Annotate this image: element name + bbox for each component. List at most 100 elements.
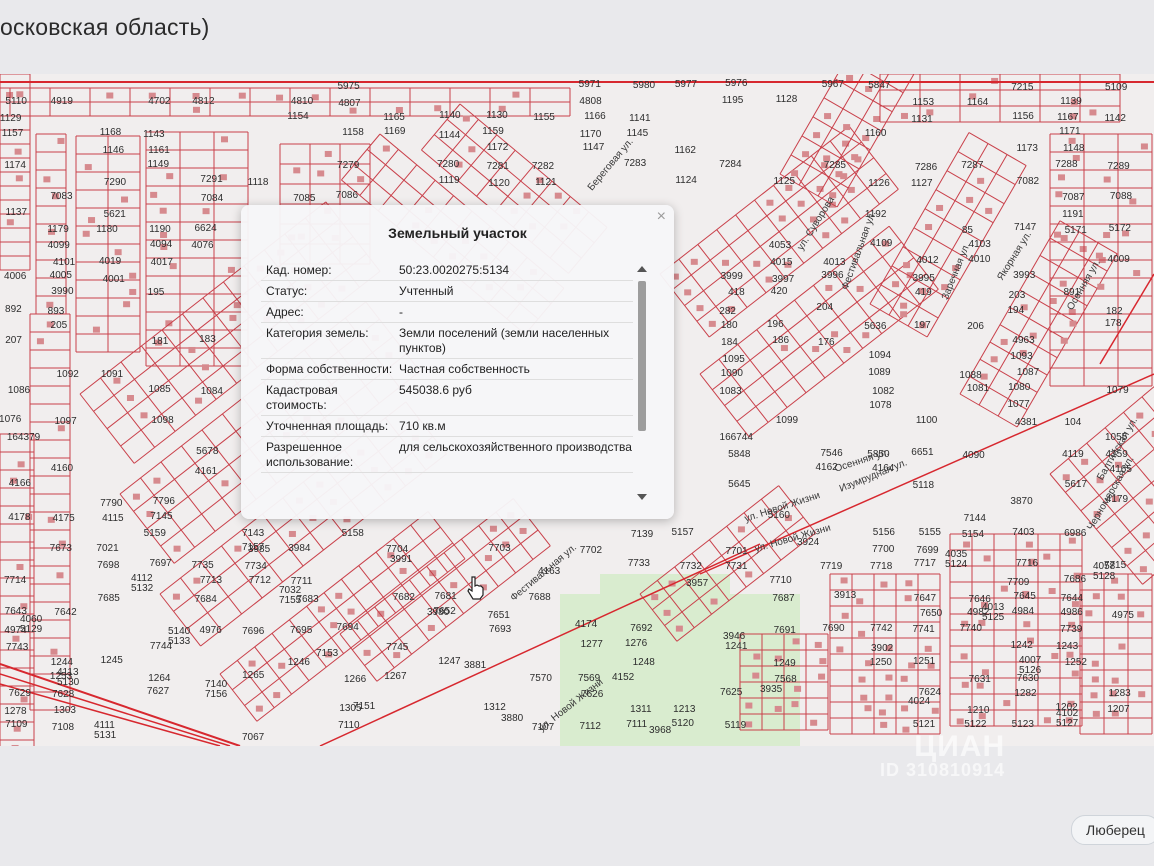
building: [836, 646, 844, 653]
parcel-number-label: 1277: [580, 638, 603, 650]
parcel-number-label: 4175: [52, 512, 75, 524]
popup-title: Земельный участок: [388, 225, 527, 241]
parcel-number-label: 205: [50, 320, 68, 332]
scroll-down-arrow-icon[interactable]: [637, 494, 647, 500]
parcel-number-label: 3913: [834, 590, 857, 601]
building: [936, 204, 944, 211]
parcel-number-label: 7686: [1063, 574, 1087, 586]
parcel-number-label: 176: [817, 336, 835, 348]
scroll-up-arrow-icon[interactable]: [637, 266, 647, 272]
parcel-number-label: 7088: [1109, 190, 1133, 202]
building: [1140, 143, 1148, 150]
building: [925, 224, 933, 231]
building: [1043, 717, 1051, 724]
building: [847, 186, 855, 193]
parcel-number-label: 7082: [1016, 176, 1040, 188]
building: [818, 673, 826, 680]
parcel-number-label: 1077: [1007, 398, 1030, 410]
page-title: осковская область): [0, 14, 210, 40]
building: [966, 196, 974, 203]
road: [0, 663, 241, 746]
parcel-number-label: 7690: [822, 622, 845, 634]
parcel-number-label: 7702: [579, 545, 603, 557]
attribute-value: для сельскохозяйственного производства: [399, 440, 632, 454]
parcel-number-label: 1154: [287, 110, 309, 122]
parcel-info-popup[interactable]: Земельный участок × Кад. номер: 50:23.002…: [241, 205, 674, 519]
building: [825, 284, 833, 291]
parcel-number-label: 3870: [1010, 496, 1033, 508]
location-tag-button[interactable]: Люберец: [1071, 815, 1154, 845]
parcel-number-label: 3902: [871, 643, 894, 654]
parcel-number-label: 7682: [392, 591, 415, 603]
parcel-number-label: 5123: [1011, 718, 1034, 730]
watermark-brand: ЦИАН: [914, 730, 1006, 763]
building: [56, 572, 64, 579]
parcel-number-label: 1179: [47, 224, 69, 236]
parcel-number-label: 3996: [821, 270, 844, 282]
building: [554, 192, 562, 199]
building: [737, 526, 745, 533]
parcel-number-label: 7651: [487, 609, 510, 621]
building: [766, 199, 774, 206]
parcel-number-label: 1092: [56, 369, 79, 381]
parcel-number-label: 1147: [582, 142, 605, 154]
parcel-number-label: 1100: [915, 415, 938, 427]
building: [880, 721, 888, 728]
building: [234, 545, 242, 552]
close-icon[interactable]: ×: [657, 209, 666, 225]
building: [1092, 593, 1100, 600]
scroll-thumb[interactable]: [638, 281, 646, 431]
building: [276, 94, 284, 101]
parcel-number-label: 3968: [649, 725, 672, 736]
parcel-number-label: 1283: [1108, 688, 1131, 700]
parcel-number-label: 1155: [533, 112, 555, 124]
building: [43, 176, 51, 183]
cian-watermark: ЦИАН ID 310810914: [880, 730, 1005, 781]
building: [814, 641, 822, 648]
hand-cursor-icon: [467, 576, 484, 600]
parcel-number-label: 3997: [772, 273, 795, 285]
building: [317, 606, 325, 613]
popup-scrollbar[interactable]: [636, 263, 648, 503]
parcel-number-label: 7627: [146, 686, 170, 698]
parcel-number-label: 1128: [775, 94, 798, 106]
parcel-number-label: 7111: [626, 719, 648, 731]
building: [690, 258, 698, 265]
parcel-number-label: 893: [47, 305, 65, 317]
building: [1049, 297, 1057, 304]
parcel-number-label: 1148: [1062, 142, 1085, 154]
parcel-number-label: 7280: [436, 159, 460, 171]
parcel-number-label: 5158: [341, 527, 364, 539]
parcel-number-label: 1213: [673, 704, 696, 716]
parcel-number-label: 5171: [1064, 225, 1087, 237]
parcel-number-label: 7703: [488, 542, 511, 554]
building: [651, 594, 659, 601]
parcel-number-label: 4094: [150, 238, 173, 250]
parcel-number-label: 7735: [191, 560, 214, 572]
parcel-number-label: 1282: [1014, 688, 1037, 700]
parcel-number-label: 7279: [337, 159, 360, 171]
parcel-number-label: 1127: [911, 177, 933, 189]
parcel-number-label: 7688: [528, 591, 551, 603]
building: [172, 593, 180, 600]
building: [841, 217, 849, 224]
parcel-number-label: 7215: [1011, 81, 1034, 93]
building: [150, 191, 158, 198]
building: [192, 106, 200, 113]
parcel-number-label: 4919: [50, 95, 73, 107]
parcel-boundary: [1141, 396, 1154, 413]
parcel-number-label: 181: [151, 335, 169, 347]
parcel-number-label: 4103: [968, 238, 991, 250]
parcel-number-label: 7718: [870, 560, 893, 572]
building: [1054, 231, 1062, 238]
parcel-number-label: 1129: [0, 112, 22, 124]
building: [905, 580, 913, 587]
building: [1142, 532, 1150, 539]
parcel-boundary: [358, 565, 397, 614]
parcel-number-label: 7796: [152, 496, 175, 508]
building: [202, 208, 210, 215]
parcel-number-label: 1086: [7, 385, 31, 397]
parcel-number-label: 1094: [868, 350, 892, 362]
parcel-number-label: 4102: [1056, 708, 1079, 719]
parcel-boundary: [236, 660, 275, 709]
